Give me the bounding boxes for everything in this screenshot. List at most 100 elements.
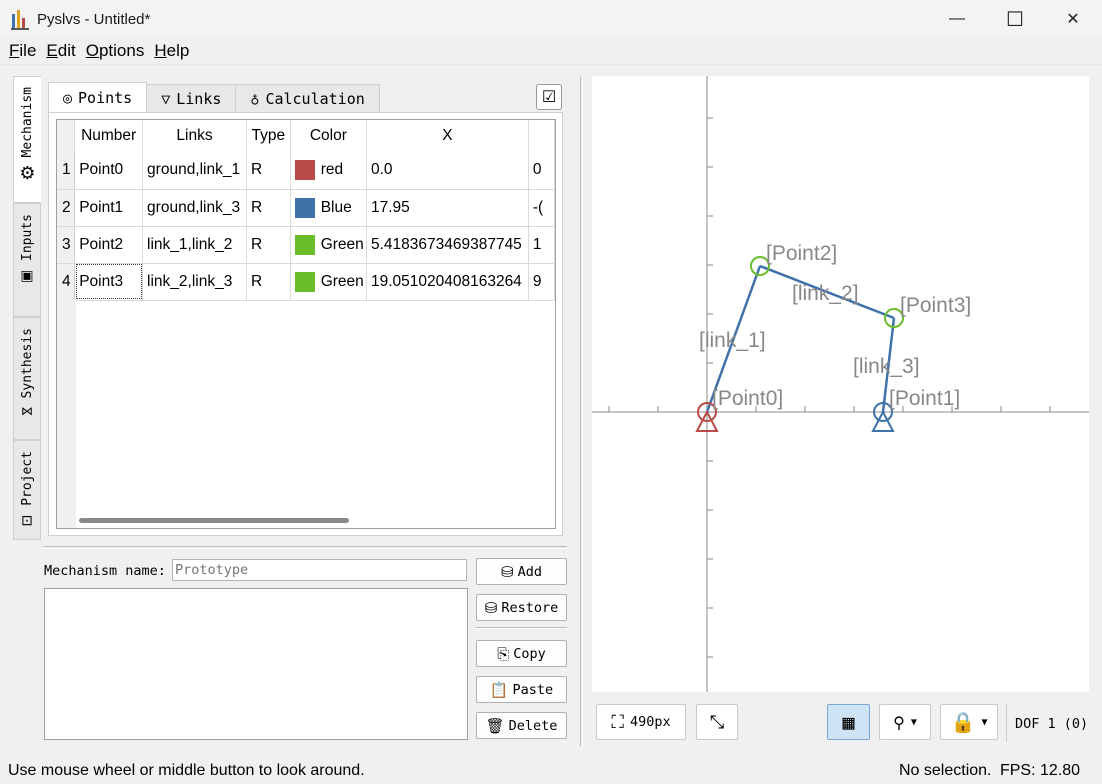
cell-type[interactable]: R: [246, 189, 291, 227]
cell-x[interactable]: 0.0: [366, 152, 529, 190]
side-tab-mechanism[interactable]: Mechanism ⚙: [13, 76, 41, 203]
toolbar-divider: [1006, 704, 1007, 742]
cell-number[interactable]: Point2: [74, 226, 144, 264]
grid-toggle-button[interactable]: ▦: [827, 704, 870, 740]
status-bar: Use mouse wheel or middle button to look…: [0, 758, 1102, 784]
table-row[interactable]: 3 Point2 link_1,link_2 R Green 5.4183673…: [57, 226, 555, 264]
header-type[interactable]: Type: [246, 120, 291, 152]
checkbox-icon: ☑: [541, 89, 557, 106]
menu-edit[interactable]: Edit: [41, 41, 80, 61]
menu-options[interactable]: Options: [81, 41, 150, 61]
zoom-to-fit-button[interactable]: ⤡: [696, 704, 738, 740]
menu-help[interactable]: Help: [149, 41, 194, 61]
input-icon: ▣: [20, 266, 34, 283]
select-mode-button[interactable]: ☑: [536, 84, 562, 110]
main-splitter[interactable]: [580, 76, 583, 746]
cell-type[interactable]: R: [246, 152, 291, 190]
zoom-value: 490px: [629, 714, 671, 730]
cell-color[interactable]: Blue: [290, 189, 367, 227]
dof-indicator: DOF 1 (0): [1015, 716, 1089, 732]
app-icon: [9, 8, 31, 30]
chevron-down-icon: ▼: [910, 716, 917, 728]
menu-bar: File Edit Options Help: [0, 38, 1102, 65]
header-color[interactable]: Color: [290, 120, 367, 152]
cell-y[interactable]: 0: [528, 152, 555, 190]
corner-header: [57, 120, 76, 152]
header-y[interactable]: [528, 120, 555, 152]
table-row[interactable]: 2 Point1 ground,link_3 R Blue 17.95 -(: [57, 189, 555, 227]
selection-mode-dropdown[interactable]: ⚲ ▼: [879, 704, 931, 740]
tab-links[interactable]: ▽ Links: [146, 84, 237, 112]
paste-button[interactable]: 📋 Paste: [476, 676, 567, 703]
row-number[interactable]: 2: [57, 189, 76, 227]
close-button[interactable]: ✕: [1044, 0, 1102, 38]
points-table[interactable]: Number Links Type Color X 1 Point0 groun…: [56, 119, 556, 529]
header-number[interactable]: Number: [74, 120, 144, 152]
panel-splitter[interactable]: [44, 546, 567, 549]
link3-label: [link_3]: [853, 355, 920, 378]
cell-type[interactable]: R: [246, 226, 291, 264]
maximize-button[interactable]: ☐: [986, 0, 1044, 38]
lock-icon: 🔒: [950, 710, 976, 734]
header-x[interactable]: X: [366, 120, 529, 152]
button-divider: [476, 627, 567, 629]
cell-links[interactable]: link_2,link_3: [142, 263, 247, 301]
side-tab-label: Inputs: [19, 214, 35, 261]
cell-number[interactable]: Point0: [74, 152, 144, 190]
mechanism-name-label: Mechanism name:: [44, 563, 166, 579]
project-icon: ⊡: [21, 511, 33, 528]
delete-button[interactable]: 🗑 Delete: [476, 712, 567, 739]
cell-type[interactable]: R: [246, 263, 291, 301]
paste-icon: 📋: [489, 680, 509, 699]
cell-color[interactable]: red: [290, 152, 367, 190]
side-tab-inputs[interactable]: Inputs ▣: [13, 203, 41, 317]
mechanism-description-box[interactable]: [44, 588, 468, 740]
cell-x[interactable]: 5.4183673469387745: [366, 226, 529, 264]
mechanism-name-input[interactable]: [172, 559, 467, 581]
row-number[interactable]: 3: [57, 226, 76, 264]
row-number[interactable]: 4: [57, 263, 76, 301]
cell-number[interactable]: Point3: [74, 263, 144, 301]
header-links[interactable]: Links: [142, 120, 247, 152]
cell-links[interactable]: link_1,link_2: [142, 226, 247, 264]
side-tab-synthesis[interactable]: Synthesis ⋈: [13, 317, 41, 440]
add-button[interactable]: ⛁ Add: [476, 558, 567, 585]
cell-links[interactable]: ground,link_3: [142, 189, 247, 227]
lock-dropdown[interactable]: 🔒 ▼: [940, 704, 998, 740]
table-row[interactable]: 1 Point0 ground,link_1 R red 0.0 0: [57, 152, 555, 190]
menu-file[interactable]: File: [4, 41, 41, 61]
chevron-down-icon: ▼: [981, 716, 988, 728]
trash-icon: 🗑: [485, 716, 505, 735]
tab-points[interactable]: ◎ Points: [48, 82, 148, 112]
cell-links[interactable]: ground,link_1: [142, 152, 247, 190]
fps-status: FPS: 12.80: [999, 762, 1080, 779]
mechanism-canvas[interactable]: [Point0] [Point1] [Point2] [Point3] [lin…: [592, 76, 1089, 692]
minimize-button[interactable]: —: [928, 0, 986, 38]
cell-color[interactable]: Green: [290, 263, 367, 301]
synthesis-icon: ⋈: [21, 404, 33, 419]
restore-button[interactable]: ⛁ Restore: [476, 594, 567, 621]
database-add-icon: ⛁: [501, 562, 514, 581]
tree-icon: ⚲: [893, 712, 905, 732]
gear-icon: ⚙: [19, 163, 36, 184]
point1-label: [Point1]: [889, 387, 960, 410]
cell-y[interactable]: 9: [528, 263, 555, 301]
zoom-button[interactable]: ⛶ 490px: [596, 704, 686, 740]
color-swatch: [294, 197, 315, 218]
row-number[interactable]: 1: [57, 152, 76, 190]
tab-calculation[interactable]: ♁ Calculation: [235, 84, 380, 112]
table-row[interactable]: 4 Point3 link_2,link_3 R Green 19.051020…: [57, 263, 555, 301]
copy-button[interactable]: ⎘ Copy: [476, 640, 567, 667]
side-tab-project[interactable]: Project ⊡: [13, 440, 41, 540]
cell-y[interactable]: 1: [528, 226, 555, 264]
cell-y[interactable]: -(: [528, 189, 555, 227]
color-swatch: [294, 271, 315, 292]
cell-x[interactable]: 19.051020408163264: [366, 263, 529, 301]
cell-color[interactable]: Green: [290, 226, 367, 264]
link2-label: [link_2]: [792, 282, 859, 305]
cell-number[interactable]: Point1: [74, 189, 144, 227]
cell-x[interactable]: 17.95: [366, 189, 529, 227]
tab-label: Calculation: [265, 89, 365, 108]
horizontal-scrollbar[interactable]: [79, 518, 349, 523]
table-header-row: Number Links Type Color X: [57, 120, 555, 152]
